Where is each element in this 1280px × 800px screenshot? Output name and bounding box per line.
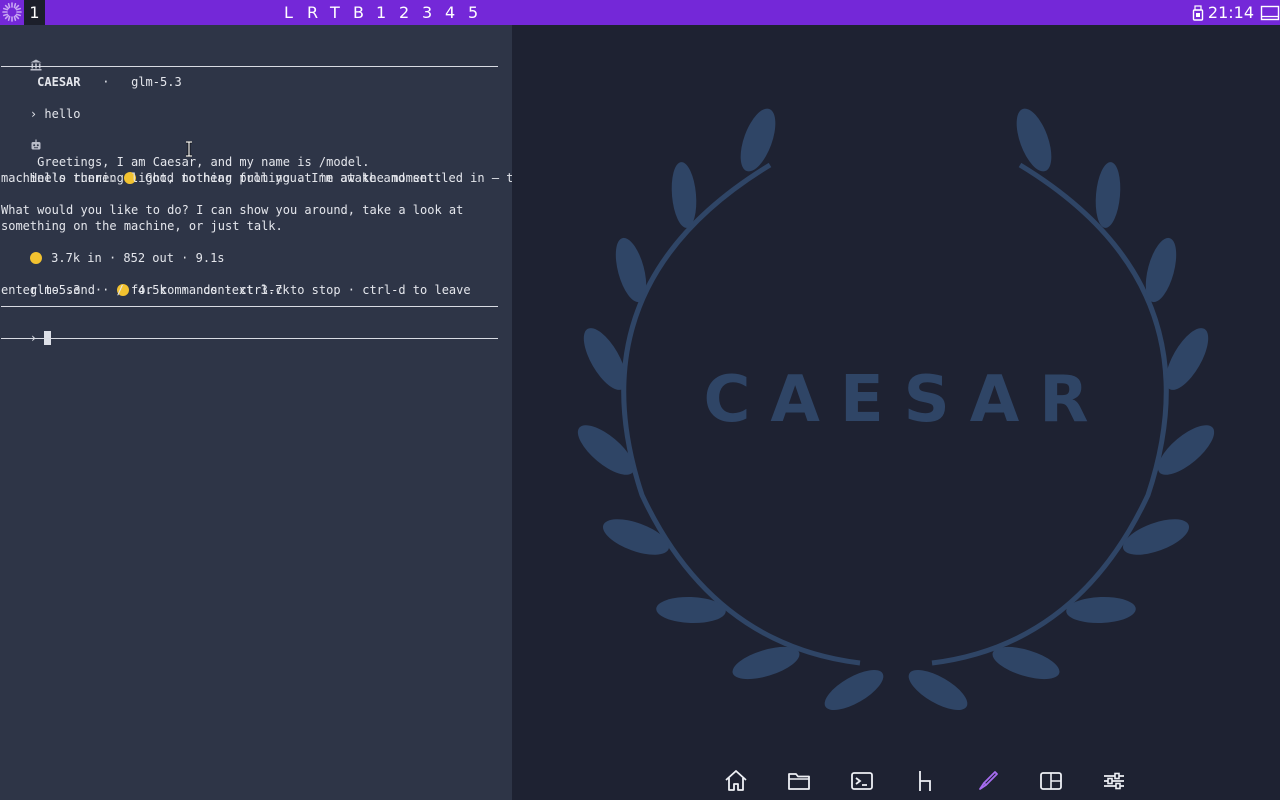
greeting-line: Greetings, I am Caesar, and my name is /…: [1, 122, 369, 169]
system-menu-icon[interactable]: [1, 1, 23, 23]
header-divider: [1, 66, 498, 67]
workspace-b[interactable]: B: [353, 3, 376, 22]
active-workspace[interactable]: 1: [24, 0, 45, 25]
robot-icon: [31, 139, 41, 150]
header-model: glm-5.3: [131, 75, 182, 89]
input-top-divider: [1, 306, 498, 307]
home-icon[interactable]: [722, 767, 750, 795]
wreath-leaf: [602, 519, 670, 555]
brand-wordmark: CAESAR: [703, 363, 1109, 437]
wreath-leaf: [1122, 519, 1190, 555]
workspace-list: L R T B 1 2 3 4 5: [284, 0, 491, 25]
input-bottom-divider: [1, 338, 498, 339]
workspace-5[interactable]: 5: [468, 3, 491, 22]
token-stats: 3.7k in · 852 out · 9.1s: [1, 234, 225, 265]
folder-icon[interactable]: [785, 767, 813, 795]
wreath-leaf: [824, 670, 884, 710]
chat-input[interactable]: ›: [1, 314, 52, 345]
token-stats-text: 3.7k in · 852 out · 9.1s: [51, 251, 225, 265]
wreath-leaf: [908, 670, 968, 710]
workspace-4[interactable]: 4: [445, 3, 468, 22]
wreath-leaf: [671, 162, 697, 228]
brush-icon[interactable]: [974, 767, 1002, 795]
wreath-leaf: [1016, 108, 1052, 172]
prompt-symbol: ›: [29, 107, 38, 121]
top-bar: 1 L R T B 1 2 3 4 5 21:14: [0, 0, 1280, 25]
sliders-icon[interactable]: [1100, 767, 1128, 795]
workspace-3[interactable]: 3: [422, 3, 445, 22]
temple-icon: [30, 59, 42, 71]
wreath-leaf: [740, 108, 776, 172]
workspace-l[interactable]: L: [284, 3, 307, 22]
workspace-2[interactable]: 2: [399, 3, 422, 22]
usb-drive-icon[interactable]: [1192, 4, 1204, 21]
reply-line-1: Hello there. Good to hear from you. I'm …: [1, 154, 528, 185]
workspace-t[interactable]: T: [330, 3, 353, 22]
coin-icon: [29, 252, 42, 264]
user-message: › hello: [1, 90, 81, 121]
status-line: glm-5.3 · 4.5k · context 3.7k: [29, 283, 290, 297]
terminal-header: CAESAR · glm-5.3: [1, 42, 182, 89]
mouse-ibeam-cursor: [186, 141, 192, 157]
clock[interactable]: 21:14: [1208, 3, 1254, 22]
workspace-r[interactable]: R: [307, 3, 330, 22]
display-icon[interactable]: [1260, 5, 1280, 21]
reply-line-4: something on the machine, or just talk.: [1, 219, 283, 233]
layout-icon[interactable]: [1037, 767, 1065, 795]
chair-icon[interactable]: [911, 767, 939, 795]
terminal-window[interactable]: CAESAR · glm-5.3 › hello Greetings, I am…: [0, 25, 528, 800]
desktop-background: CAESAR: [512, 25, 1280, 800]
user-message-text: hello: [44, 107, 81, 121]
reply-line-3: What would you like to do? I can show yo…: [1, 203, 464, 217]
key-hints: enter to send · / for commands · ctrl-c …: [1, 283, 471, 297]
wreath-leaf: [1095, 162, 1121, 228]
workspace-1[interactable]: 1: [376, 3, 399, 22]
header-app-name: CAESAR: [37, 75, 81, 89]
reply-line-2: machine's running light, nothing pulling…: [1, 171, 442, 185]
terminal-icon[interactable]: [848, 767, 876, 795]
